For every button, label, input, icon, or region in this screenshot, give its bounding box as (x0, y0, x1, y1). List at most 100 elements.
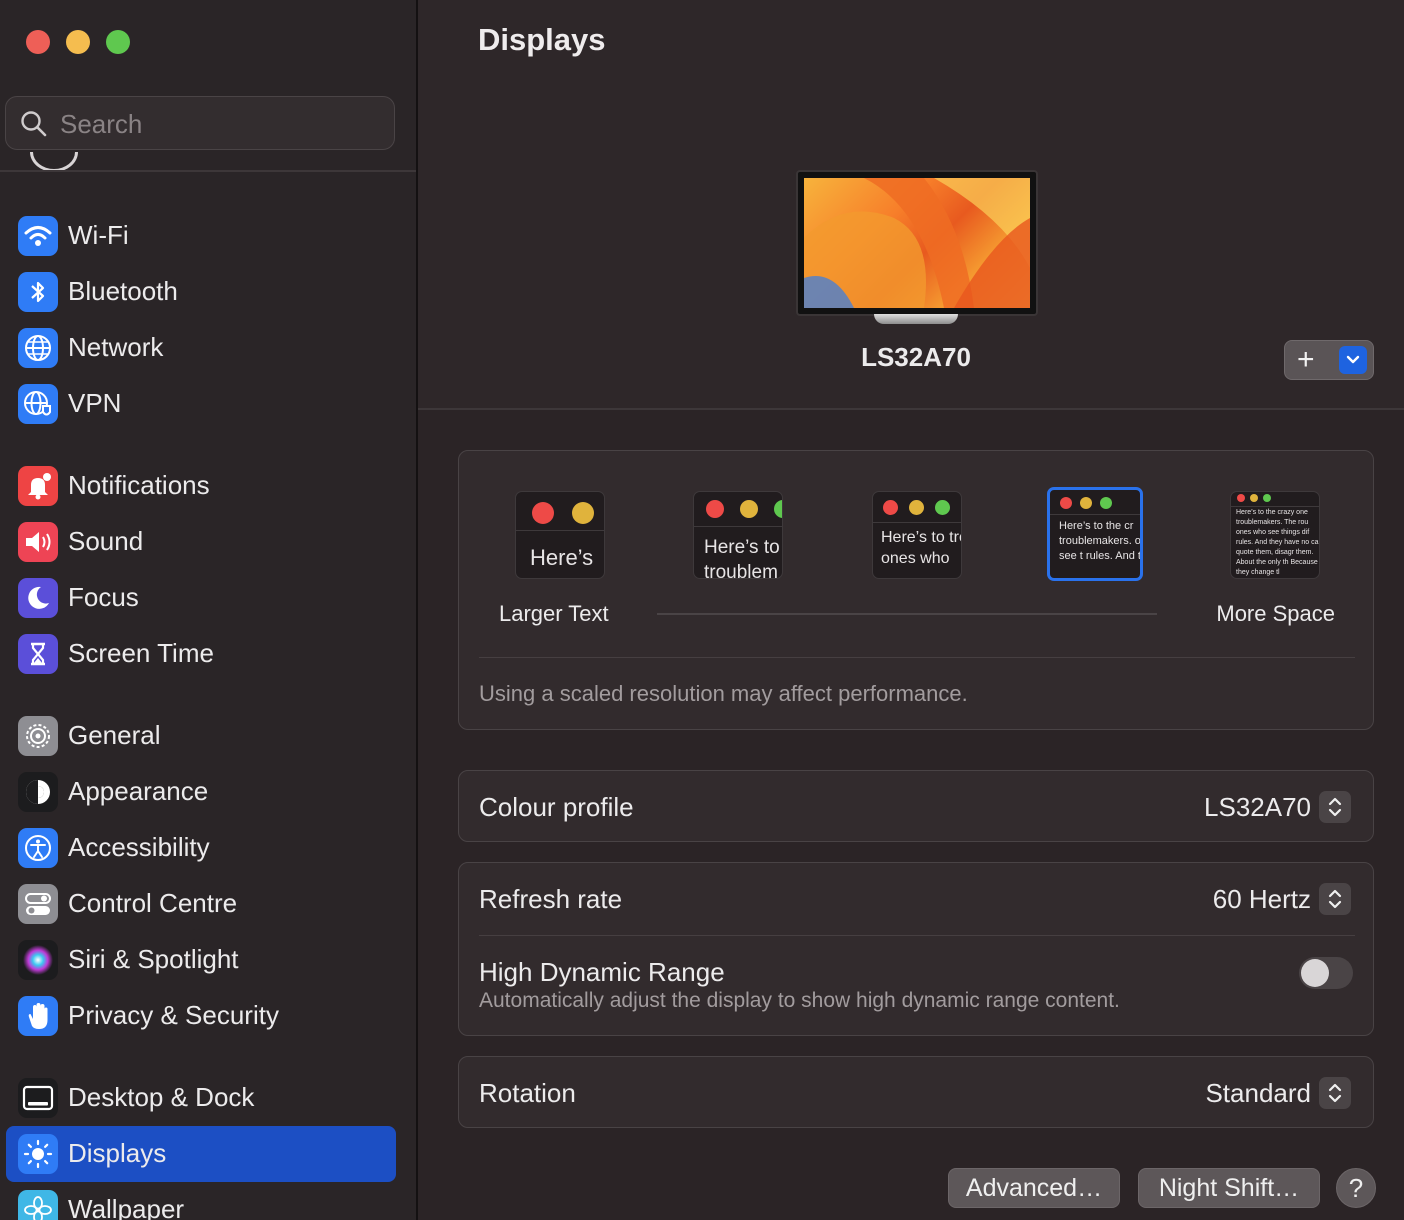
zoom-window-button[interactable] (106, 30, 130, 54)
sidebar-item-label: Notifications (68, 470, 210, 500)
gear-icon (18, 716, 58, 756)
sidebar-item-label: Siri & Spotlight (68, 944, 239, 974)
sidebar-item-label: Bluetooth (68, 276, 178, 306)
sidebar-item-notifications[interactable]: Notifications (6, 458, 396, 514)
search-field[interactable] (5, 96, 395, 150)
display-name: LS32A70 (861, 342, 971, 372)
chevron-down-icon[interactable] (1339, 346, 1367, 374)
sidebar-item-siri-spotlight[interactable]: Siri & Spotlight (6, 932, 396, 988)
night-shift-button[interactable]: Night Shift… (1138, 1168, 1320, 1208)
display-wallpaper-preview (804, 178, 1030, 308)
colour-profile-value[interactable]: LS32A70 (1204, 792, 1311, 823)
sidebar-item-label: Privacy & Security (68, 1000, 279, 1030)
refresh-rate-value[interactable]: 60 Hertz (1213, 884, 1311, 915)
sidebar-item-label: Sound (68, 526, 144, 556)
hdr-description: Automatically adjust the display to show… (479, 989, 1120, 1012)
plus-icon: + (1297, 343, 1315, 376)
display-stand (874, 314, 958, 324)
resolution-preview-text: Here’s (530, 545, 594, 570)
minimize-window-button[interactable] (66, 30, 90, 54)
resolution-option-2[interactable]: Here’s to troublem (693, 491, 783, 579)
colour-profile-stepper-icon[interactable] (1319, 791, 1351, 823)
sidebar-divider (0, 170, 416, 172)
display-thumbnail[interactable] (796, 170, 1038, 316)
yellow-dot (1250, 494, 1258, 502)
siri-icon (18, 940, 58, 980)
red-dot (883, 500, 898, 515)
sun-icon (18, 1134, 58, 1174)
refresh-rate-stepper-icon[interactable] (1319, 883, 1351, 915)
switches-icon (18, 884, 58, 924)
advanced-button[interactable]: Advanced… (948, 1168, 1120, 1208)
sidebar: Wi-Fi Bluetooth Network VPN Notification… (0, 0, 418, 1220)
sidebar-item-privacy-security[interactable]: Privacy & Security (6, 988, 396, 1044)
green-dot (1263, 494, 1271, 502)
yellow-dot (740, 500, 758, 518)
resolution-option-larger-text[interactable]: Here’s (515, 491, 605, 579)
search-icon (21, 111, 47, 137)
sidebar-item-wifi[interactable]: Wi-Fi (6, 208, 396, 264)
help-button[interactable]: ? (1336, 1168, 1376, 1208)
larger-text-label: Larger Text (499, 601, 609, 626)
resolution-option-more-space[interactable]: Here’s to the crazy one troublemakers. T… (1230, 491, 1320, 579)
sidebar-item-vpn[interactable]: VPN (6, 376, 396, 432)
sidebar-item-label: Desktop & Dock (68, 1082, 255, 1112)
sidebar-item-accessibility[interactable]: Accessibility (6, 820, 396, 876)
add-display-button[interactable]: + (1284, 340, 1374, 380)
rotation-label: Rotation (479, 1078, 576, 1108)
refresh-rate-label: Refresh rate (479, 884, 623, 914)
sidebar-item-wallpaper[interactable]: Wallpaper (6, 1182, 396, 1220)
green-dot (774, 500, 782, 518)
refresh-hdr-card: Refresh rate 60 Hertz High Dynamic Range… (458, 862, 1374, 1036)
resolution-preview-text: Here’s to the cr troublemakers. ones who… (1059, 520, 1141, 562)
apple-id-avatar[interactable] (30, 152, 78, 172)
search-input[interactable] (58, 105, 382, 143)
resolution-card: Here’s Here’s to troublem Here’s to trou… (458, 450, 1374, 730)
page-title: Displays (478, 22, 606, 57)
sidebar-item-label: VPN (68, 388, 122, 418)
red-dot (706, 500, 724, 518)
rotation-stepper-icon[interactable] (1319, 1077, 1351, 1109)
row-divider (479, 935, 1355, 936)
sidebar-item-label: Screen Time (68, 638, 214, 668)
sidebar-item-control-centre[interactable]: Control Centre (6, 876, 396, 932)
accessibility-icon (18, 828, 58, 868)
hdr-label: High Dynamic Range (479, 957, 725, 987)
colour-profile-label: Colour profile (479, 792, 634, 822)
sidebar-item-general[interactable]: General (6, 708, 396, 764)
resolution-preview-text: Here’s to the crazy one troublemakers. T… (1236, 509, 1320, 576)
resolution-track (657, 613, 1157, 615)
sidebar-item-label: Control Centre (68, 888, 238, 918)
sidebar-item-screen-time[interactable]: Screen Time (6, 626, 396, 682)
green-dot (1100, 497, 1112, 509)
rotation-row: Rotation Standard (458, 1056, 1374, 1128)
resolution-preview-text: Here’s to troublem (704, 537, 780, 579)
close-window-button[interactable] (26, 30, 50, 54)
sidebar-item-appearance[interactable]: Appearance (6, 764, 396, 820)
resolution-note: Using a scaled resolution may affect per… (479, 681, 968, 706)
hand-icon (18, 996, 58, 1036)
sidebar-item-displays[interactable]: Displays (6, 1126, 396, 1182)
moon-icon (18, 578, 58, 618)
sidebar-item-network[interactable]: Network (6, 320, 396, 376)
resolution-option-4-selected[interactable]: Here’s to the cr troublemakers. ones who… (1047, 487, 1143, 581)
sidebar-item-label: Accessibility (68, 832, 210, 862)
sidebar-item-bluetooth[interactable]: Bluetooth (6, 264, 396, 320)
resolution-option-3[interactable]: Here’s to troublema ones who (872, 491, 962, 579)
bell-icon (18, 466, 58, 506)
vpn-globe-icon (18, 384, 58, 424)
sidebar-item-label: Focus (68, 582, 139, 612)
speaker-icon (18, 522, 58, 562)
rotation-value[interactable]: Standard (1205, 1078, 1311, 1109)
sidebar-item-focus[interactable]: Focus (6, 570, 396, 626)
red-dot (532, 502, 554, 524)
hdr-toggle[interactable] (1299, 957, 1353, 989)
sidebar-item-label: Wallpaper (68, 1194, 185, 1220)
header-divider (418, 408, 1404, 410)
colour-profile-row: Colour profile LS32A70 (458, 770, 1374, 842)
appearance-icon (18, 772, 58, 812)
sidebar-item-desktop-dock[interactable]: Desktop & Dock (6, 1070, 396, 1126)
sidebar-item-sound[interactable]: Sound (6, 514, 396, 570)
toggle-knob (1301, 959, 1329, 987)
globe-icon (18, 328, 58, 368)
